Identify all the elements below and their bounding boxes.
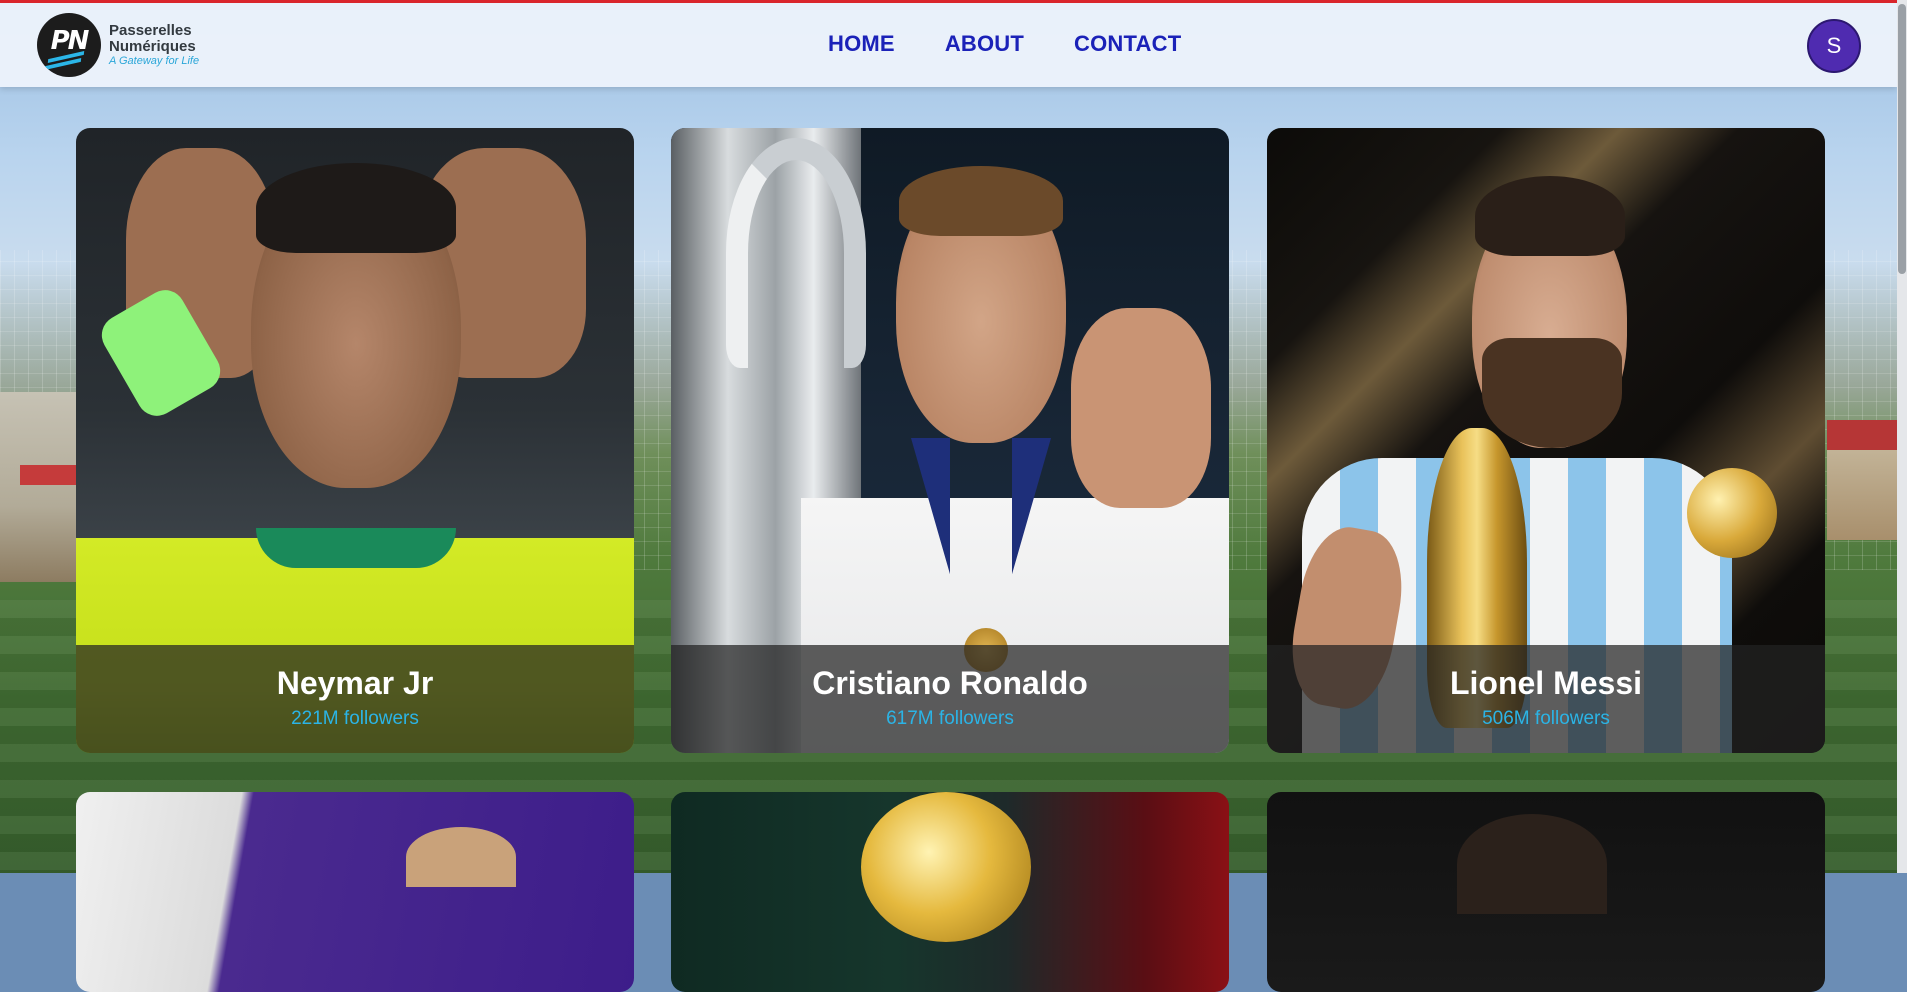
photo-hair	[899, 166, 1063, 236]
logo-text: Passerelles Numériques A Gateway for Lif…	[109, 21, 200, 68]
photo-collar	[256, 528, 456, 568]
player-photo	[671, 792, 1229, 992]
photo-hand	[1071, 308, 1211, 508]
photo-trophy-handle	[726, 138, 866, 368]
player-photo	[1267, 792, 1825, 992]
player-followers: 617M followers	[886, 708, 1014, 729]
logo-line-1: Passerelles	[109, 21, 192, 39]
player-caption: Neymar Jr 221M followers	[76, 645, 634, 753]
nav-about-link[interactable]: ABOUT	[945, 31, 1024, 57]
user-avatar[interactable]: S	[1807, 19, 1861, 73]
photo-hair	[1475, 176, 1625, 256]
player-card-4[interactable]	[76, 792, 634, 992]
nav-contact-link[interactable]: CONTACT	[1074, 31, 1181, 57]
player-card-6[interactable]	[1267, 792, 1825, 992]
logo-mark-icon: PN	[37, 13, 101, 77]
brand-logo[interactable]: PN Passerelles Numériques A Gateway for …	[37, 13, 199, 77]
site-header: PN Passerelles Numériques A Gateway for …	[0, 3, 1897, 87]
photo-ballon-dor	[861, 792, 1031, 942]
main-nav: HOME ABOUT CONTACT	[828, 31, 1181, 57]
player-name: Neymar Jr	[276, 665, 434, 701]
photo-hair	[1457, 814, 1607, 914]
photo-hair	[406, 827, 516, 887]
player-card-neymar[interactable]: Neymar Jr 221M followers	[76, 128, 634, 753]
photo-hair	[256, 163, 456, 253]
player-caption: Lionel Messi 506M followers	[1267, 645, 1825, 753]
photo-beard	[1482, 338, 1622, 448]
logo-tagline: A Gateway for Life	[109, 54, 200, 67]
player-photo	[76, 792, 634, 992]
player-followers: 506M followers	[1482, 708, 1610, 729]
player-name: Cristiano Ronaldo	[812, 665, 1088, 701]
player-followers: 221M followers	[291, 708, 419, 729]
player-name: Lionel Messi	[1449, 665, 1643, 701]
scrollbar-thumb[interactable]	[1898, 4, 1906, 274]
background-building-left	[0, 392, 76, 582]
player-card-ronaldo[interactable]: Cristiano Ronaldo 617M followers	[671, 128, 1229, 753]
player-caption: Cristiano Ronaldo 617M followers	[671, 645, 1229, 753]
player-card-messi[interactable]: Lionel Messi 506M followers	[1267, 128, 1825, 753]
photo-golden-ball	[1687, 468, 1777, 558]
background-roof-left	[20, 465, 76, 485]
player-card-5[interactable]	[671, 792, 1229, 992]
page-scrollbar[interactable]	[1897, 0, 1907, 873]
logo-line-2: Numériques	[109, 37, 196, 55]
nav-home-link[interactable]: HOME	[828, 31, 895, 57]
top-accent-strip	[0, 0, 1907, 3]
background-roof-right	[1827, 420, 1907, 450]
